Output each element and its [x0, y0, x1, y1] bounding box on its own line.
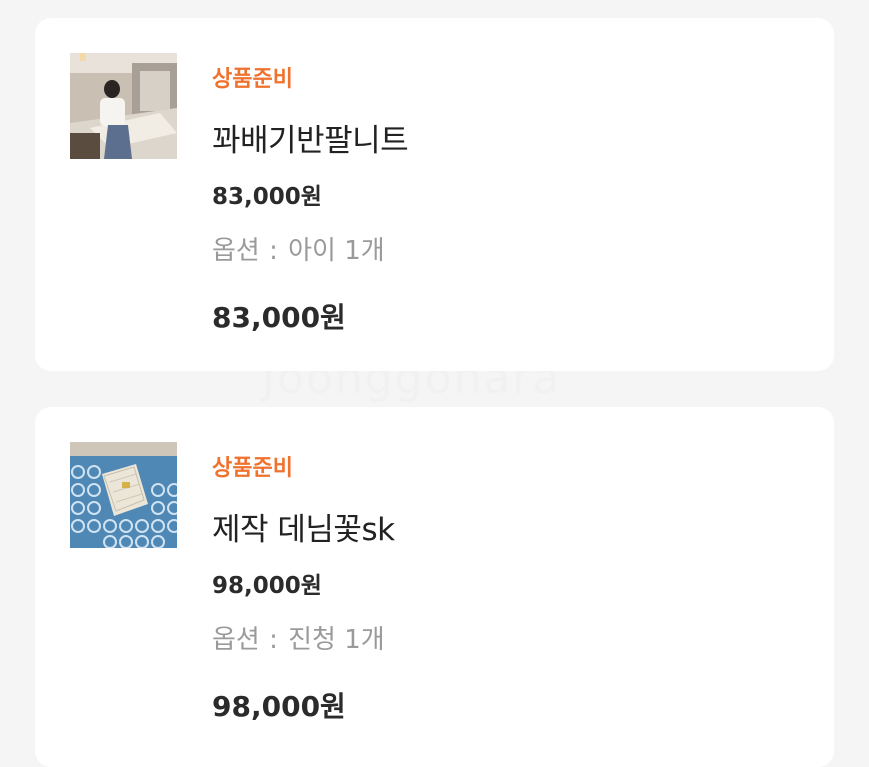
- option-line: 옵션 : 진청 1개: [212, 619, 385, 656]
- order-status: 상품준비: [212, 456, 293, 481]
- product-thumbnail[interactable]: [70, 53, 177, 159]
- option-label: 옵션: [212, 236, 260, 266]
- unit-price: 98,000원: [212, 573, 322, 599]
- option-value: 진청 1개: [288, 625, 385, 655]
- option-separator: :: [269, 625, 278, 655]
- order-card[interactable]: 상품준비 꽈배기반팔니트 83,000원 옵션 : 아이 1개 83,000원: [35, 18, 834, 371]
- total-price: 83,000원: [212, 301, 346, 334]
- order-status: 상품준비: [212, 67, 293, 92]
- unit-price: 83,000원: [212, 184, 322, 210]
- product-photo-icon: [70, 53, 177, 159]
- product-thumbnail[interactable]: [70, 442, 177, 548]
- order-card[interactable]: 상품준비 제작 데님꽃sk 98,000원 옵션 : 진청 1개 98,000원: [35, 407, 834, 767]
- option-label: 옵션: [212, 625, 260, 655]
- total-price: 98,000원: [212, 690, 346, 723]
- option-line: 옵션 : 아이 1개: [212, 230, 385, 267]
- option-value: 아이 1개: [288, 236, 385, 266]
- product-photo-icon: [70, 442, 177, 548]
- product-name[interactable]: 제작 데님꽃sk: [212, 504, 395, 549]
- option-separator: :: [269, 236, 278, 266]
- product-name[interactable]: 꽈배기반팔니트: [212, 115, 409, 160]
